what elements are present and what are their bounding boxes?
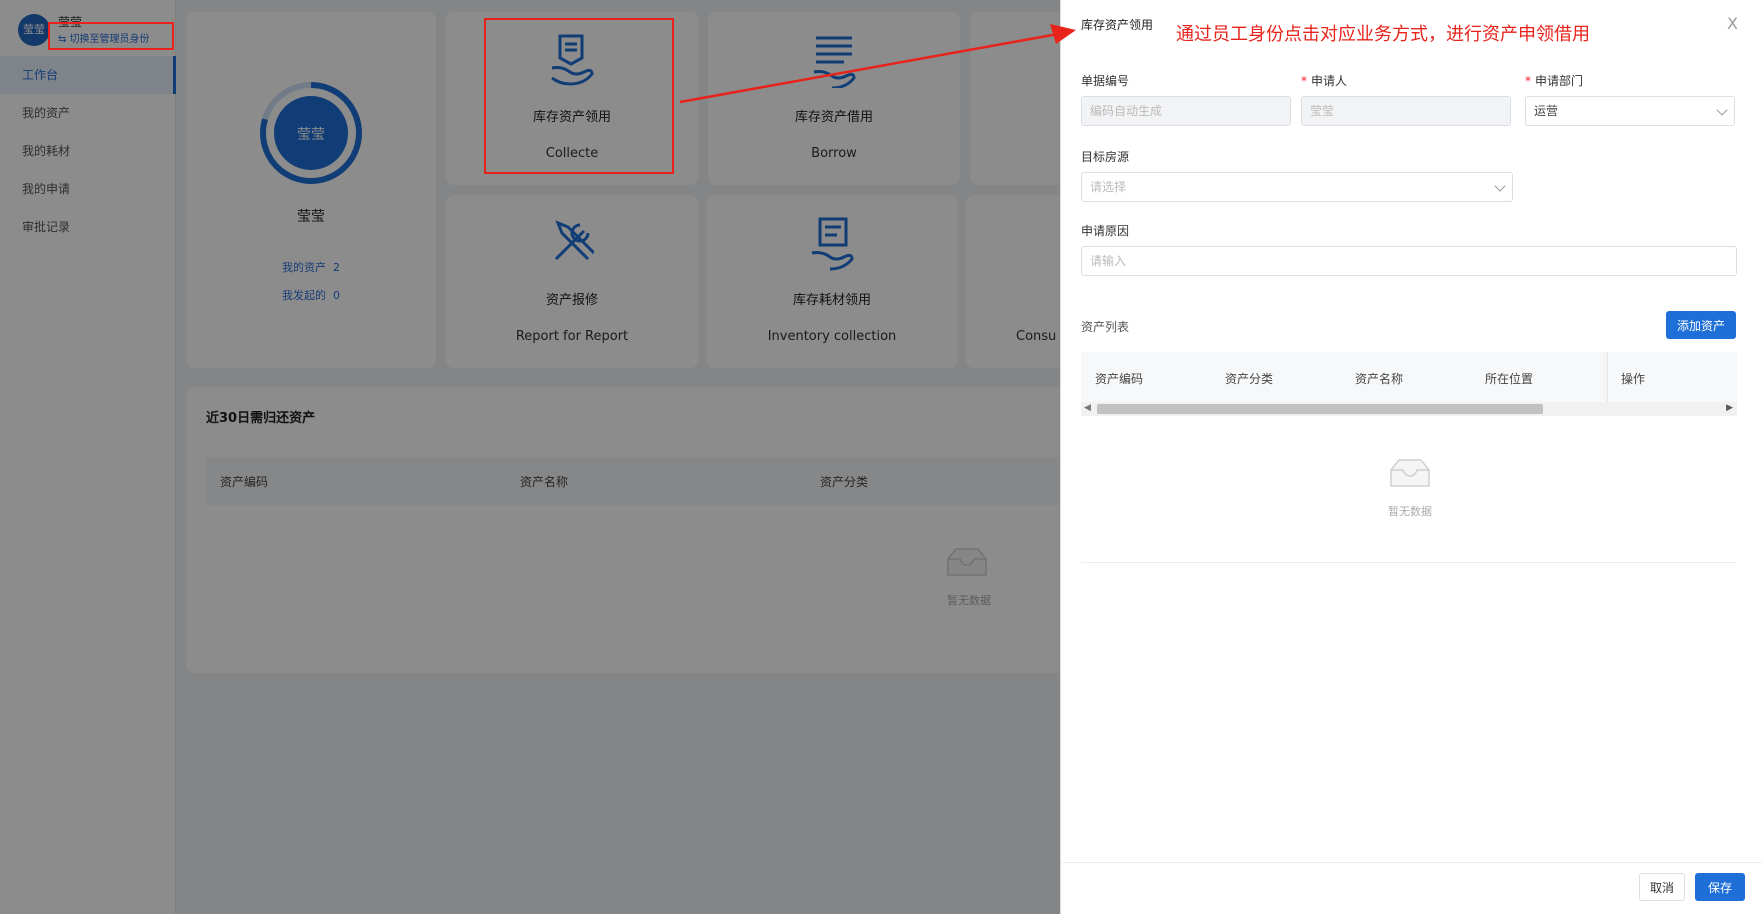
reason-input[interactable]: 请输入 (1081, 246, 1737, 276)
reason-label: 申请原因 (1081, 224, 1130, 238)
drawer-title: 库存资产领用 (1081, 18, 1154, 32)
scrollbar-thumb[interactable] (1097, 404, 1543, 414)
target-room-label: 目标房源 (1081, 150, 1130, 164)
save-button[interactable]: 保存 (1695, 873, 1745, 901)
annotation-box-collect (484, 18, 674, 174)
column-header: 资产名称 (1355, 372, 1404, 386)
empty-box-icon (1390, 459, 1430, 487)
asset-list-label: 资产列表 (1081, 320, 1130, 334)
column-header: 所在位置 (1485, 372, 1534, 386)
empty-text: 暂无数据 (1388, 505, 1432, 518)
close-icon[interactable]: X (1727, 14, 1738, 33)
column-header: 操作 (1621, 372, 1646, 386)
department-select[interactable]: 运营 (1525, 96, 1735, 126)
applicant-field: 莹莹 (1301, 96, 1511, 126)
add-asset-button[interactable]: 添加资产 (1666, 311, 1736, 339)
apply-drawer: 库存资产领用 X 单据编号 编码自动生成 * 申请人 莹莹 * 申请部门 运营 目标… (1060, 0, 1762, 914)
annotation-text: 通过员工身份点击对应业务方式，进行资产申领借用 (1176, 24, 1590, 45)
column-header: 资产编码 (1095, 372, 1144, 386)
annotation-box-switch-role (48, 22, 174, 50)
chevron-down-icon (1494, 180, 1506, 192)
department-label: * 申请部门 (1525, 74, 1584, 88)
drawer-footer: 取消 保存 (1061, 862, 1762, 914)
cancel-button[interactable]: 取消 (1639, 873, 1685, 901)
doc-no-label: 单据编号 (1081, 74, 1130, 88)
divider (1081, 562, 1737, 563)
asset-table-header: 资产编码 资产分类 资产名称 所在位置 操作 (1081, 352, 1737, 402)
scroll-left-icon[interactable]: ◀ (1084, 403, 1091, 413)
column-header: 资产分类 (1225, 372, 1274, 386)
scroll-right-icon[interactable]: ▶ (1726, 403, 1733, 413)
doc-no-field: 编码自动生成 (1081, 96, 1291, 126)
chevron-down-icon (1716, 104, 1728, 116)
target-room-select[interactable]: 请选择 (1081, 172, 1513, 202)
table-scrollbar[interactable]: ◀ ▶ (1081, 402, 1737, 416)
fixed-column-divider (1607, 352, 1608, 402)
applicant-label: * 申请人 (1301, 74, 1348, 88)
